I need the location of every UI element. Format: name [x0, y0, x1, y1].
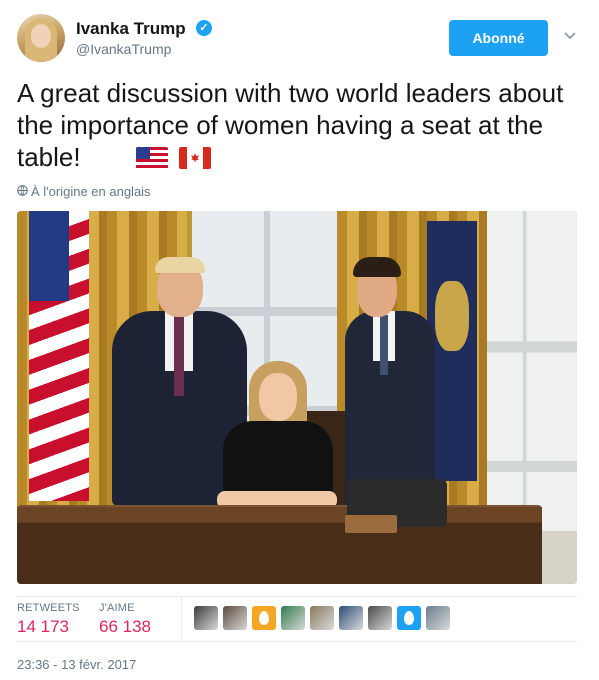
- author-avatar[interactable]: [17, 14, 65, 62]
- photo-floor: [542, 531, 577, 584]
- liker-avatar[interactable]: [368, 606, 392, 630]
- liker-avatar[interactable]: [339, 606, 363, 630]
- liker-avatar[interactable]: [194, 606, 218, 630]
- translation-label: À l'origine en anglais: [31, 184, 151, 199]
- avatar-face: [31, 24, 51, 48]
- globe-icon: [17, 184, 28, 199]
- tweet-text: A great discussion with two world leader…: [17, 77, 587, 176]
- liker-avatar[interactable]: [281, 606, 305, 630]
- verified-badge-icon: ✓: [196, 20, 212, 36]
- photo-nameplate: [345, 515, 397, 533]
- photo-us-flag: [29, 211, 89, 501]
- egg-icon: [404, 611, 414, 625]
- liker-avatar[interactable]: [426, 606, 450, 630]
- stats-divider-bottom: [17, 641, 577, 642]
- author-name[interactable]: Ivanka Trump: [76, 18, 186, 40]
- tweet-timestamp[interactable]: 23:36 - 13 févr. 2017: [17, 657, 136, 672]
- retweets-label[interactable]: RETWEETS: [17, 602, 80, 614]
- liker-avatar[interactable]: [310, 606, 334, 630]
- stats-separator: [181, 597, 182, 641]
- likes-label[interactable]: J'AIME: [99, 602, 135, 614]
- retweets-count[interactable]: 14 173: [17, 617, 69, 637]
- default-egg-avatar[interactable]: [397, 606, 421, 630]
- tweet-photo[interactable]: [17, 211, 577, 584]
- likes-count[interactable]: 66 138: [99, 617, 151, 637]
- egg-icon: [259, 611, 269, 625]
- translation-note[interactable]: À l'origine en anglais: [17, 184, 151, 199]
- follow-button[interactable]: Abonné: [449, 20, 548, 56]
- us-flag-icon: [135, 147, 168, 169]
- liker-avatar[interactable]: [223, 606, 247, 630]
- tweet-body: A great discussion with two world leader…: [17, 78, 564, 172]
- stats-divider-top: [17, 596, 577, 597]
- photo-desk: [17, 507, 542, 584]
- author-handle[interactable]: @IvankaTrump: [76, 41, 171, 57]
- default-egg-avatar[interactable]: [252, 606, 276, 630]
- flag-emojis: [135, 144, 215, 176]
- canada-flag-icon: [179, 147, 212, 169]
- chevron-down-icon[interactable]: [563, 28, 579, 44]
